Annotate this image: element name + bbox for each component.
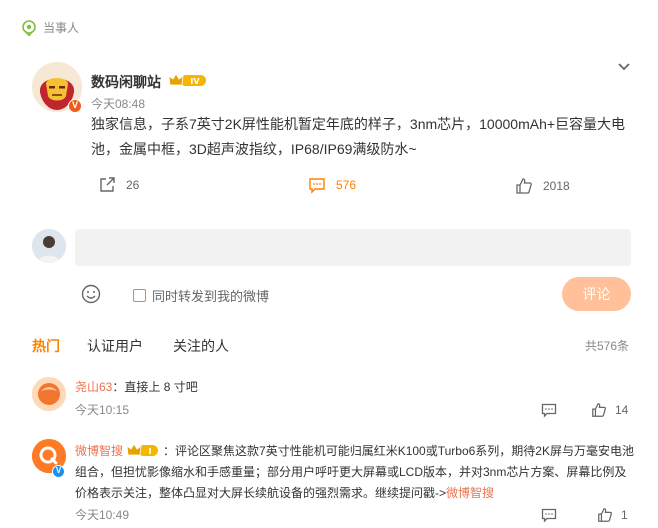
- location-pin-icon: [21, 19, 37, 36]
- post-author-name[interactable]: 数码闲聊站: [91, 72, 161, 92]
- reply-icon: [541, 507, 557, 523]
- comment-time: 今天10:15: [75, 403, 130, 417]
- comment-like-button[interactable]: 1: [597, 507, 628, 523]
- comment-count: 576: [336, 178, 357, 192]
- crown-badge-icon: I: [126, 442, 160, 458]
- like-count: 2018: [543, 179, 570, 193]
- reply-button[interactable]: [541, 507, 557, 523]
- comment-author[interactable]: 尧山63: [75, 380, 112, 394]
- like-icon: [591, 402, 607, 418]
- comment-author[interactable]: 微博智搜: [75, 444, 123, 458]
- comment-time: 今天10:49: [75, 508, 130, 522]
- reply-icon: [541, 402, 557, 418]
- emoji-icon[interactable]: [81, 284, 101, 304]
- like-icon: [515, 177, 533, 195]
- comment-separator: ：: [112, 380, 125, 394]
- forward-checkbox[interactable]: [133, 289, 146, 302]
- comment-text: 直接上 8 寸吧: [124, 380, 198, 394]
- share-button[interactable]: 26: [98, 176, 139, 194]
- post-time[interactable]: 今天08:48: [91, 95, 145, 112]
- crown-badge-icon: IV: [168, 72, 208, 88]
- reply-button[interactable]: [541, 402, 557, 418]
- tab-following[interactable]: 关注的人: [173, 336, 229, 356]
- comment-icon: [308, 176, 326, 194]
- comment-line: 尧山63：直接上 8 寸吧: [75, 378, 198, 395]
- comment-total: 共576条: [585, 339, 630, 353]
- smart-search-link[interactable]: 微博智搜: [446, 486, 494, 500]
- share-count: 26: [126, 178, 140, 192]
- comment-input[interactable]: [75, 229, 631, 266]
- share-icon: [98, 176, 116, 194]
- tab-hot[interactable]: 热门: [32, 336, 60, 356]
- forward-option[interactable]: 同时转发到我的微博: [133, 286, 269, 305]
- comment-like-count: 1: [621, 508, 628, 522]
- topic-tag-label: 当事人: [43, 21, 80, 35]
- like-button[interactable]: 2018: [515, 177, 570, 195]
- tab-verified-users[interactable]: 认证用户: [87, 336, 143, 356]
- comment-like-count: 14: [615, 403, 629, 417]
- comment-like-button[interactable]: 14: [591, 402, 628, 418]
- chevron-down-icon[interactable]: [616, 58, 632, 74]
- my-avatar[interactable]: [32, 229, 66, 263]
- post-text: 独家信息，子系7英寸2K屏性能机暂定年底的样子，3nm芯片，10000mAh+巨…: [91, 116, 626, 157]
- like-icon: [597, 507, 613, 523]
- comment-button[interactable]: 576: [308, 176, 356, 194]
- comment-line: 微博智搜 I ：评论区聚焦这款7英寸性能机可能归属红米K100或Turbo6系列，期…: [75, 441, 635, 504]
- topic-tag: 当事人: [21, 19, 79, 36]
- level-badge-text: IV: [190, 77, 200, 86]
- comment-separator: ：: [163, 444, 176, 458]
- level-badge-text: I: [149, 447, 152, 456]
- comment-avatar[interactable]: [32, 377, 66, 411]
- verified-badge: V: [52, 465, 65, 478]
- forward-label: 同时转发到我的微博: [152, 289, 270, 304]
- verified-badge: V: [68, 99, 82, 113]
- submit-comment-button[interactable]: 评论: [562, 277, 631, 311]
